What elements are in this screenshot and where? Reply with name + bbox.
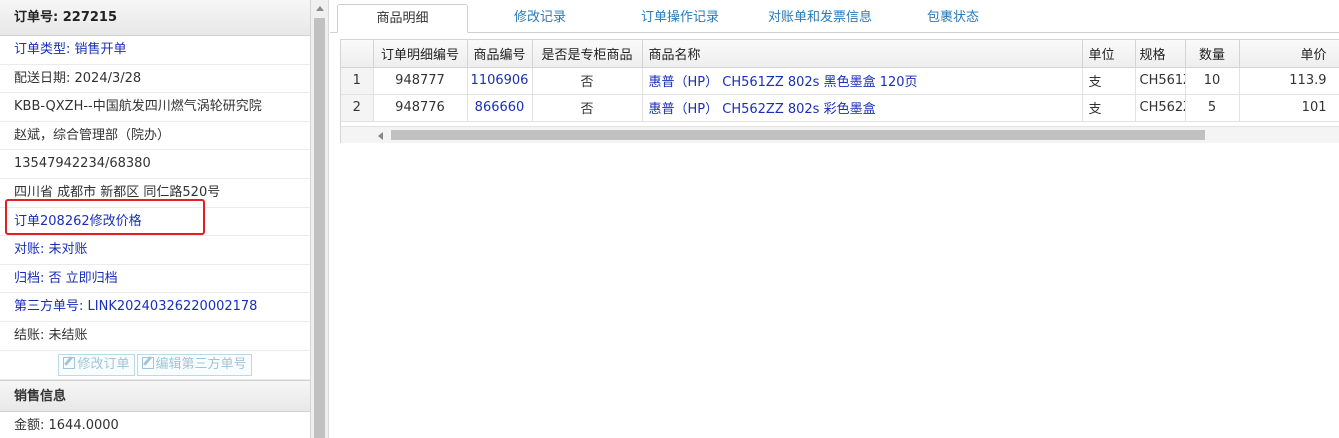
col-header-spec[interactable]: 规格 (1135, 40, 1186, 68)
settlement-status: 结账: 未结账 (0, 322, 310, 351)
order-info-panel: 订单号: 227215 订单类型: 销售开单 配送日期: 2024/3/28 K… (0, 0, 311, 438)
col-header-price[interactable]: 单价 (1239, 40, 1339, 68)
col-header-unit[interactable]: 单位 (1082, 40, 1136, 68)
product-detail-grid: 订单明细编号 商品编号 是否是专柜商品 商品名称 单位 规格 数量 单价 1 9… (340, 39, 1339, 143)
delivery-address: 四川省 成都市 新都区 同仁路520号 (0, 179, 310, 208)
order-number-header: 订单号: 227215 (0, 0, 310, 36)
reconcile-status[interactable]: 对账: 未对账 (0, 236, 310, 265)
tab-modification-log[interactable]: 修改记录 (490, 4, 590, 33)
contact-person: 赵斌，综合管理部（院办） (0, 122, 310, 151)
price-change-link[interactable]: 订单208262修改价格 (0, 208, 310, 237)
col-header-quantity[interactable]: 数量 (1185, 40, 1240, 68)
tab-order-operation-log[interactable]: 订单操作记录 (624, 4, 736, 33)
col-header-product-id[interactable]: 商品编号 (467, 40, 533, 68)
col-header-product-name[interactable]: 商品名称 (642, 40, 1083, 68)
detail-id-cell: 948777 (373, 67, 468, 95)
customer-org: KBB-QXZH--中国航发四川燃气涡轮研究院 (0, 93, 310, 122)
tab-reconciliation-invoice[interactable]: 对账单和发票信息 (750, 4, 890, 33)
third-party-order-number[interactable]: 第三方单号: LINK20240326220002178 (0, 293, 310, 322)
edit-icon (141, 357, 154, 370)
tab-bar: 商品明细 修改记录 订单操作记录 对账单和发票信息 包裹状态 (330, 0, 1339, 33)
order-type[interactable]: 订单类型: 销售开单 (0, 36, 310, 65)
sales-amount: 金额: 1644.0000 (0, 412, 310, 438)
scroll-left-arrow-icon[interactable] (378, 132, 383, 140)
order-action-buttons: 修改订单 编辑第三方单号 (0, 351, 310, 380)
counter-item-cell: 否 (532, 67, 643, 95)
price-cell: 101 (1239, 94, 1339, 122)
unit-cell: 支 (1082, 94, 1136, 122)
row-number: 1 (341, 67, 374, 95)
horizontal-scrollbar-thumb[interactable] (391, 130, 1205, 140)
product-name-link[interactable]: 惠普（HP） CH562ZZ 802s 彩色墨盒 (649, 102, 876, 117)
col-header-detail-id[interactable]: 订单明细编号 (373, 40, 468, 68)
quantity-cell: 5 (1185, 94, 1240, 122)
product-name-link[interactable]: 惠普（HP） CH561ZZ 802s 黑色墨盒 120页 (649, 75, 918, 90)
edit-third-party-label: 编辑第三方单号 (155, 357, 247, 373)
detail-area: 商品明细 修改记录 订单操作记录 对账单和发票信息 包裹状态 订单明细编号 商品… (330, 0, 1339, 438)
scroll-up-arrow-icon[interactable] (316, 6, 324, 11)
detail-id-cell: 948776 (373, 94, 468, 122)
product-name-cell[interactable]: 惠普（HP） CH561ZZ 802s 黑色墨盒 120页 (642, 67, 1083, 95)
scrollbar-thumb[interactable] (314, 18, 325, 438)
unit-cell: 支 (1082, 67, 1136, 95)
left-panel-scrollbar[interactable] (311, 0, 329, 438)
contact-phone: 13547942234/68380 (0, 150, 310, 179)
col-header-rownum (341, 40, 374, 68)
edit-order-label: 修改订单 (77, 357, 130, 373)
edit-third-party-button[interactable]: 编辑第三方单号 (136, 354, 252, 377)
grid-header-row: 订单明细编号 商品编号 是否是专柜商品 商品名称 单位 规格 数量 单价 (341, 40, 1339, 68)
table-row[interactable]: 2 948776 866660 否 惠普（HP） CH562ZZ 802s 彩色… (341, 94, 1339, 122)
spec-cell: CH561Z (1135, 67, 1186, 95)
sales-info-header: 销售信息 (0, 379, 310, 412)
edit-icon (63, 357, 76, 370)
product-id-link-cell[interactable]: 866660 (467, 94, 533, 122)
archive-status[interactable]: 归档: 否 立即归档 (0, 265, 310, 294)
price-cell: 113.9 (1239, 67, 1339, 95)
tab-product-details[interactable]: 商品明细 (337, 4, 468, 33)
product-id-link[interactable]: 1106906 (471, 73, 529, 88)
edit-order-button[interactable]: 修改订单 (58, 354, 135, 377)
delivery-date: 配送日期: 2024/3/28 (0, 65, 310, 94)
tab-package-status[interactable]: 包裹状态 (908, 4, 998, 33)
product-id-link-cell[interactable]: 1106906 (467, 67, 533, 95)
table-row[interactable]: 1 948777 1106906 否 惠普（HP） CH561ZZ 802s 黑… (341, 67, 1339, 95)
quantity-cell: 10 (1185, 67, 1240, 95)
product-name-cell[interactable]: 惠普（HP） CH562ZZ 802s 彩色墨盒 (642, 94, 1083, 122)
counter-item-cell: 否 (532, 94, 643, 122)
col-header-counter-item[interactable]: 是否是专柜商品 (532, 40, 643, 68)
grid-horizontal-scrollbar[interactable] (341, 126, 1339, 143)
product-id-link[interactable]: 866660 (475, 100, 525, 115)
row-number: 2 (341, 94, 374, 122)
spec-cell: CH562Z (1135, 94, 1186, 122)
